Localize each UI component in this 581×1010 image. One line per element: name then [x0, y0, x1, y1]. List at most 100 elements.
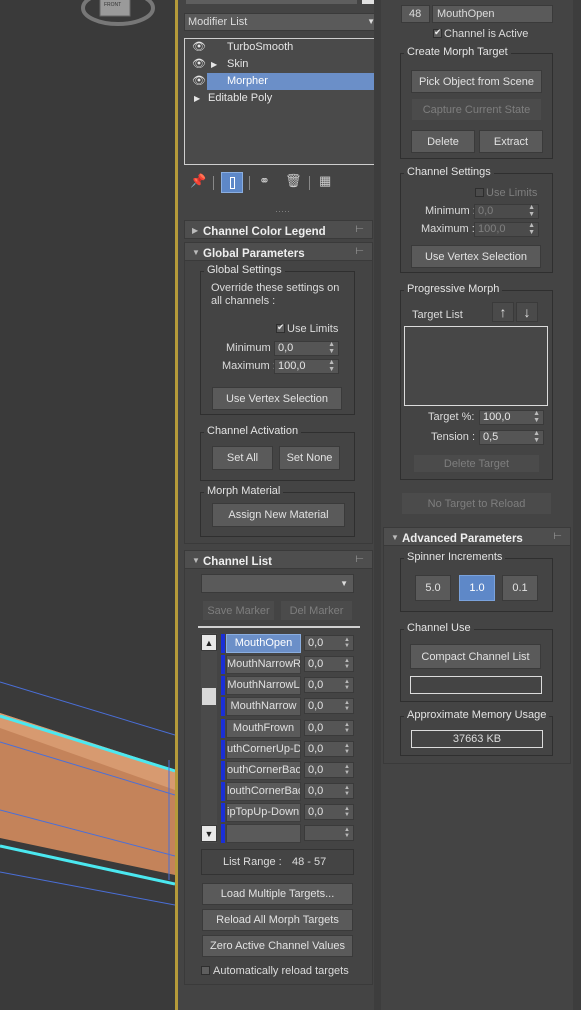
target-list-box[interactable] — [404, 326, 548, 406]
channel-minimum-spinner[interactable]: 0,0 ▲ ▼ — [474, 204, 539, 219]
rollout-global-parameters[interactable]: ▼ Global Parameters ⊢ — [184, 242, 373, 261]
channel-value-spinner[interactable]: 0,0 ▲ ▼ — [304, 741, 354, 757]
channel-value-spinner[interactable]: 0,0 ▲ ▼ — [304, 656, 354, 672]
save-marker-button[interactable]: Save Marker — [202, 600, 275, 621]
expand-arrow-icon[interactable]: ▶ — [211, 56, 217, 73]
channel-use-limits-checkbox[interactable] — [475, 188, 484, 197]
use-limits-checkbox[interactable] — [276, 322, 285, 333]
modifier-list-dropdown[interactable]: Modifier List ▼ — [184, 13, 380, 31]
channel-value-spinner[interactable]: 0,0 ▲ ▼ — [304, 720, 354, 736]
zero-active-channel-values-button[interactable]: Zero Active Channel Values — [202, 935, 353, 957]
spinner-arrows-icon[interactable]: ▲ ▼ — [528, 204, 535, 218]
target-pct-spinner[interactable]: 100,0 ▲ ▼ — [479, 410, 544, 425]
channel-name-button[interactable]: ipTopUp-DownF — [226, 803, 301, 822]
channel-name-field[interactable]: MouthOpen — [432, 5, 553, 23]
channel-value-spinner[interactable]: 0,0 ▲ ▼ — [304, 677, 354, 693]
show-end-result-icon[interactable] — [221, 172, 243, 193]
reload-all-morph-targets-button[interactable]: Reload All Morph Targets — [202, 909, 353, 931]
right-panel-scrollbar[interactable] — [573, 0, 581, 1010]
channel-name-button[interactable]: MouthNarrowL — [226, 676, 301, 695]
compact-channel-list-button[interactable]: Compact Channel List — [410, 644, 541, 669]
assign-new-material-button[interactable]: Assign New Material — [212, 503, 345, 527]
viewport[interactable]: FRONT — [0, 0, 175, 1010]
load-multiple-targets-button[interactable]: Load Multiple Targets... — [202, 883, 353, 905]
maximum-spinner[interactable]: 100,0 ▲ ▼ — [274, 359, 339, 374]
del-marker-button[interactable]: Del Marker — [280, 600, 353, 621]
viewcube-label[interactable]: FRONT — [104, 3, 121, 8]
extract-button[interactable]: Extract — [479, 130, 543, 153]
set-all-button[interactable]: Set All — [212, 446, 273, 470]
stack-item-editable-poly[interactable]: ▶ Editable Poly — [186, 90, 379, 107]
configure-sets-icon[interactable]: ▦ — [319, 174, 331, 187]
scroll-up-button[interactable]: ▲ — [201, 634, 217, 651]
marker-dropdown[interactable]: ▼ — [201, 574, 354, 593]
spinner-arrows-icon[interactable]: ▲ ▼ — [528, 222, 535, 236]
spinner-arrows-icon[interactable]: ▲ ▼ — [344, 764, 350, 776]
panel-scrollbar[interactable] — [374, 0, 381, 1010]
channel-scrollbar[interactable] — [201, 633, 217, 843]
spinner-arrows-icon[interactable]: ▲ ▼ — [344, 700, 350, 712]
channel-name-button[interactable]: MouthNarrow — [226, 697, 301, 716]
increment-1-button[interactable]: 1.0 — [459, 575, 495, 601]
increment-0-1-button[interactable]: 0.1 — [502, 575, 538, 601]
auto-reload-checkbox[interactable] — [201, 966, 210, 975]
use-vertex-selection-button[interactable]: Use Vertex Selection — [212, 387, 342, 410]
stack-item-turbosmooth[interactable]: 👁 TurboSmooth — [186, 39, 379, 56]
channel-value-spinner[interactable]: 0,0 ▲ ▼ — [304, 635, 354, 651]
channel-value-spinner[interactable]: 0,0 ▲ ▼ — [304, 698, 354, 714]
channel-name-button[interactable]: MouthNarrowR — [226, 655, 301, 674]
spinner-arrows-icon[interactable]: ▲ ▼ — [344, 743, 350, 755]
spinner-arrows-icon[interactable]: ▲ ▼ — [344, 658, 350, 670]
eye-icon[interactable]: 👁 — [192, 39, 206, 56]
rollout-pin-icon[interactable]: ⊢ — [553, 531, 562, 542]
spinner-arrows-icon[interactable]: ▲ ▼ — [344, 722, 350, 734]
channel-use-vertex-selection-button[interactable]: Use Vertex Selection — [411, 245, 541, 268]
capture-current-state-button[interactable]: Capture Current State — [411, 98, 542, 121]
make-unique-icon[interactable]: ⚭ — [259, 174, 270, 187]
pick-object-from-scene-button[interactable]: Pick Object from Scene — [411, 70, 542, 93]
rollout-advanced-parameters[interactable]: ▼ Advanced Parameters ⊢ — [383, 527, 571, 546]
spinner-arrows-icon[interactable]: ▲ ▼ — [344, 637, 350, 649]
scroll-thumb[interactable] — [202, 688, 216, 705]
channel-name-button[interactable]: uthCornerUp-Do — [226, 740, 301, 759]
scroll-down-button[interactable]: ▼ — [201, 825, 217, 842]
delete-button[interactable]: Delete — [411, 130, 475, 153]
splitter-handle[interactable]: ····· — [275, 207, 290, 216]
channel-name-button[interactable]: MouthFrown — [226, 719, 301, 738]
set-none-button[interactable]: Set None — [279, 446, 340, 470]
rollout-pin-icon[interactable]: ⊢ — [355, 224, 364, 235]
eye-icon[interactable]: 👁 — [192, 56, 206, 73]
channel-value-spinner[interactable]: ▲ ▼ — [304, 825, 354, 841]
stack-item-morpher[interactable]: 👁 Morpher — [186, 73, 379, 90]
increment-5-button[interactable]: 5.0 — [415, 575, 451, 601]
channel-number-field[interactable]: 48 — [401, 5, 430, 23]
spinner-arrows-icon[interactable]: ▲ ▼ — [533, 430, 540, 444]
move-target-up-button[interactable]: ↑ — [492, 302, 514, 322]
minimum-spinner[interactable]: 0,0 ▲ ▼ — [274, 341, 339, 356]
channel-value-spinner[interactable]: 0,0 ▲ ▼ — [304, 783, 354, 799]
rollout-channel-color-legend[interactable]: ▶ Channel Color Legend ⊢ — [184, 220, 373, 239]
channel-name-button[interactable]: louthCornerBac — [226, 782, 301, 801]
pin-stack-icon[interactable]: 📌 — [190, 174, 206, 187]
eye-icon[interactable]: 👁 — [192, 73, 206, 90]
channel-name-button[interactable] — [226, 824, 301, 843]
tension-spinner[interactable]: 0,5 ▲ ▼ — [479, 430, 544, 445]
channel-value-spinner[interactable]: 0,0 ▲ ▼ — [304, 804, 354, 820]
spinner-arrows-icon[interactable]: ▲ ▼ — [533, 410, 540, 424]
spinner-arrows-icon[interactable]: ▲ ▼ — [328, 341, 335, 355]
spinner-arrows-icon[interactable]: ▲ ▼ — [344, 679, 350, 691]
channel-value-spinner[interactable]: 0,0 ▲ ▼ — [304, 762, 354, 778]
channel-name-button[interactable]: MouthOpen — [226, 634, 301, 653]
spinner-arrows-icon[interactable]: ▲ ▼ — [328, 359, 335, 373]
spinner-arrows-icon[interactable]: ▲ ▼ — [344, 827, 350, 839]
stack-item-skin[interactable]: 👁 ▶ Skin — [186, 56, 379, 73]
no-target-to-reload-button[interactable]: No Target to Reload — [401, 492, 552, 515]
move-target-down-button[interactable]: ↓ — [516, 302, 538, 322]
spinner-arrows-icon[interactable]: ▲ ▼ — [344, 785, 350, 797]
spinner-arrows-icon[interactable]: ▲ ▼ — [344, 806, 350, 818]
expand-arrow-icon[interactable]: ▶ — [194, 90, 200, 107]
remove-modifier-icon[interactable]: 🗑 — [285, 174, 302, 187]
channel-is-active-checkbox[interactable] — [433, 27, 442, 38]
name-field-edge[interactable] — [186, 0, 357, 4]
delete-target-button[interactable]: Delete Target — [413, 454, 540, 473]
